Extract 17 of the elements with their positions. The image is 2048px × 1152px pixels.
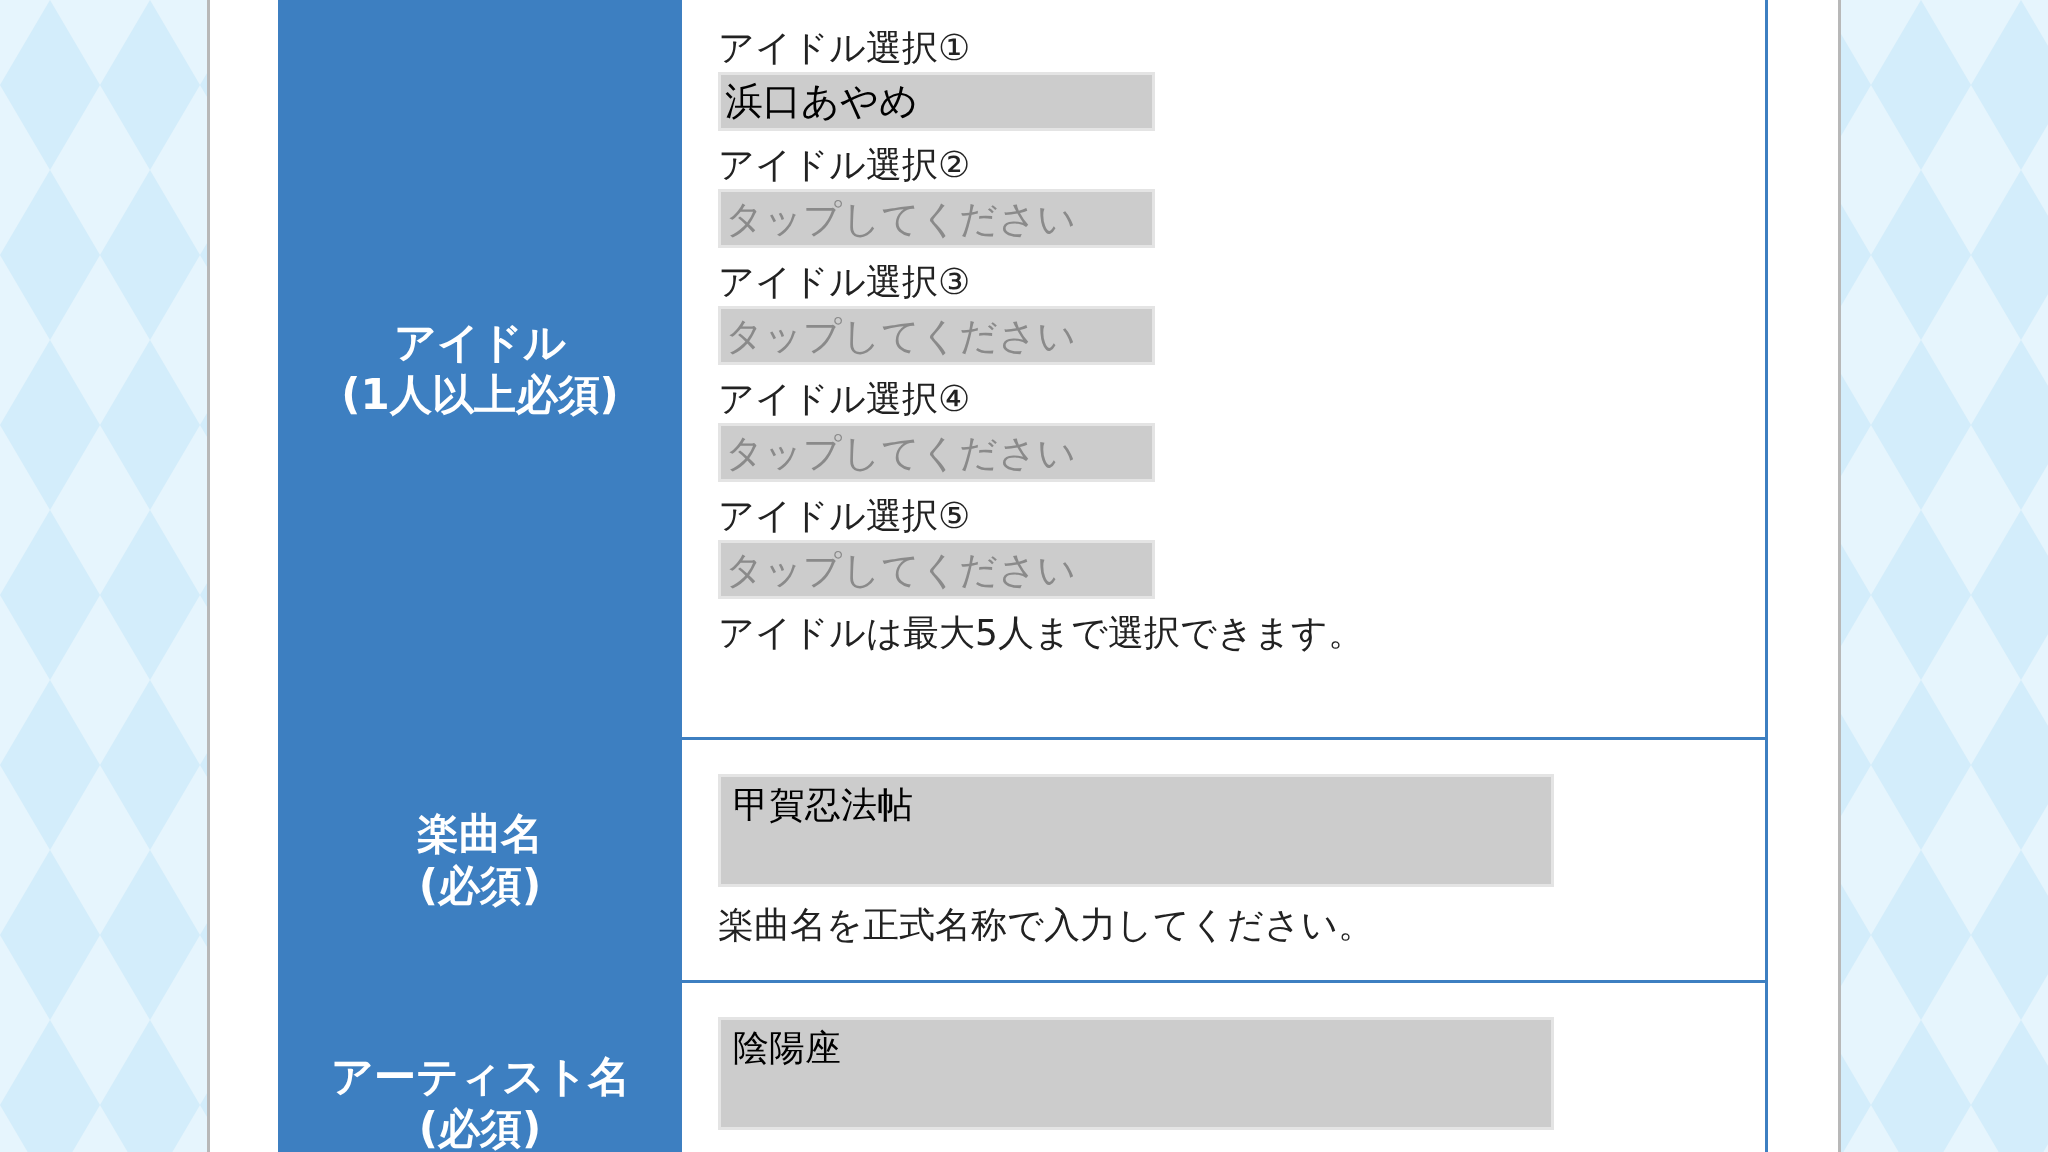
help-text: 楽曲名を正式名称で入力してください。 — [718, 903, 1375, 947]
field-label: アイドル選択⑤ — [718, 494, 972, 538]
field-label: アイドル選択④ — [718, 377, 972, 421]
help-text: アイドルは最大5人まで選択できます。 — [718, 611, 1364, 655]
song-name-field[interactable]: 甲賀忍法帖 — [718, 774, 1554, 887]
idol-select-field[interactable]: 浜口あやめ — [718, 72, 1155, 131]
row-header: アイドル (1人以上必須) — [278, 0, 682, 737]
idol-select-field[interactable]: タップしてください — [718, 423, 1155, 482]
row-header: アーティスト名 (必須) — [278, 983, 682, 1152]
field-label: アイドル選択③ — [718, 260, 972, 304]
field-label: アイドル選択② — [718, 143, 972, 187]
artist-name-field[interactable]: 陰陽座 — [718, 1017, 1554, 1130]
idol-select-field[interactable]: タップしてください — [718, 189, 1155, 248]
row-header: 楽曲名 (必須) — [278, 740, 682, 980]
field-label: アイドル選択① — [718, 26, 972, 70]
idol-select-field[interactable]: タップしてください — [718, 306, 1155, 365]
idol-select-field[interactable]: タップしてください — [718, 540, 1155, 599]
